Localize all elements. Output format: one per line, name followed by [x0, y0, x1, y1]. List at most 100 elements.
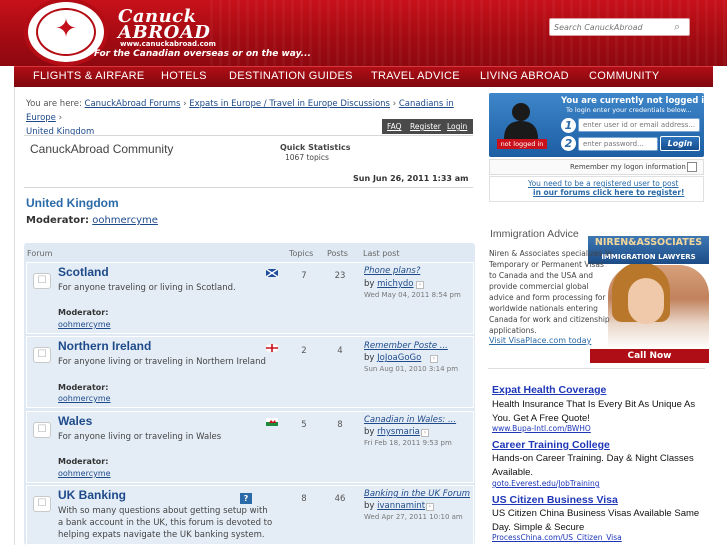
current-date: Sun Jun 26, 2011 1:33 am: [353, 174, 469, 183]
register-cta-link[interactable]: in our forums click here to register!: [533, 188, 684, 197]
forum-title-scotland[interactable]: Scotland: [58, 265, 109, 279]
login-button[interactable]: Login: [660, 136, 700, 151]
posts-count: 8: [337, 420, 343, 430]
last-post-author: by michydo: [364, 279, 413, 289]
last-post-user[interactable]: rhysmaria: [377, 427, 420, 437]
scotland-flag-icon: [266, 269, 278, 277]
posts-count: 4: [337, 346, 343, 356]
posts-count: 23: [334, 271, 346, 281]
last-post-by: by: [364, 353, 375, 363]
brand-url: www.canuckabroad.com: [120, 40, 216, 48]
ad-title[interactable]: US Citizen Business Visa: [492, 494, 618, 506]
tagline: For the Canadian overseas or on the way.…: [94, 49, 311, 59]
last-post-date: Fri Feb 18, 2011 9:53 pm: [364, 439, 452, 447]
topics-count: 8: [301, 494, 307, 504]
last-post-by: by: [364, 427, 375, 437]
last-post-title[interactable]: Canadian in Wales: ...: [364, 415, 456, 425]
forum-description: For anyone living or traveling in Wales: [58, 432, 222, 442]
faq-link[interactable]: FAQ: [387, 122, 402, 131]
forum-title-northern-ireland[interactable]: Northern Ireland: [58, 339, 151, 353]
row-moderator-label: Moderator:: [58, 457, 109, 466]
goto-last-post-icon[interactable]: ›: [421, 429, 429, 437]
login-link[interactable]: Login: [447, 122, 467, 131]
search-input[interactable]: [549, 18, 690, 36]
goto-last-post-icon[interactable]: ›: [426, 503, 434, 511]
last-post-title[interactable]: Phone plans?: [364, 266, 420, 276]
remember-label: Remember my logon information: [570, 163, 686, 171]
ad-title[interactable]: Expat Health Coverage: [492, 384, 606, 396]
nav-destination-guides[interactable]: DESTINATION GUIDES: [229, 70, 353, 82]
column-header-last-post: Last post: [363, 249, 400, 258]
nav-travel-advice[interactable]: TRAVEL ADVICE: [371, 70, 460, 82]
last-post-author: by ivannamint: [364, 501, 425, 511]
last-post-date: Wed May 04, 2011 8:54 pm: [364, 291, 461, 299]
breadcrumb-forums[interactable]: CanuckAbroad Forums: [85, 99, 181, 109]
topics-count: 5: [301, 420, 307, 430]
row-moderator-link[interactable]: oohmercyme: [58, 469, 111, 478]
last-post-title[interactable]: Banking in the UK Forum: [364, 489, 470, 499]
last-post-by: by: [364, 501, 375, 511]
last-post-user[interactable]: JoJoaGoGo: [377, 353, 421, 363]
ad-title[interactable]: Career Training College: [492, 439, 610, 451]
forum-read-icon: ☐: [33, 273, 51, 289]
lawyer-photo-face: [628, 278, 664, 324]
ad-url[interactable]: ProcessChina.com/US_Citizen_Visa: [492, 533, 622, 542]
call-now-banner[interactable]: Call Now 1.866.929.0991: [590, 349, 709, 375]
not-logged-in-badge: not logged in: [497, 139, 547, 149]
topics-count: 2: [301, 346, 307, 356]
breadcrumb-separator: ›: [58, 113, 63, 123]
row-moderator-link[interactable]: oohmercyme: [58, 320, 111, 329]
forum-title-wales[interactable]: Wales: [58, 414, 92, 428]
forum-title-uk-banking[interactable]: UK Banking: [58, 488, 126, 502]
forum-description: For anyone traveling or living in Scotla…: [58, 283, 236, 293]
immigration-heading: Immigration Advice: [490, 228, 579, 240]
username-input[interactable]: [578, 118, 700, 132]
ad-text: Health Insurance That Is Every Bit As Un…: [492, 399, 696, 424]
nav-living-abroad[interactable]: LIVING ABROAD: [480, 70, 569, 82]
breadcrumb-prefix: You are here:: [26, 99, 82, 109]
last-post-author: by rhysmaria: [364, 427, 420, 437]
last-post-date: Sun Aug 01, 2010 3:14 pm: [364, 365, 459, 373]
last-post-user[interactable]: ivannamint: [377, 501, 425, 511]
ad-url[interactable]: goto.Everest.edu/JobTraining: [492, 479, 600, 488]
breadcrumb-separator: ›: [183, 99, 187, 109]
last-post-user[interactable]: michydo: [377, 279, 413, 289]
ad-url[interactable]: www.Bupa-Intl.com/BWHO: [492, 424, 591, 433]
goto-last-post-icon[interactable]: ›: [430, 355, 438, 363]
remember-checkbox[interactable]: [687, 162, 697, 172]
quick-stats-topics: 1067 topics: [285, 153, 329, 162]
breadcrumb-expats-europe[interactable]: Expats in Europe / Travel in Europe Disc…: [189, 99, 390, 109]
step-2-icon: 2: [561, 136, 576, 151]
nav-flights[interactable]: FLIGHTS & AIRFARE: [33, 70, 144, 82]
forum-description: For anyone living or traveling in Northe…: [58, 357, 266, 367]
forum-read-icon: ☐: [33, 347, 51, 363]
maple-leaf-icon: ✦: [55, 14, 77, 44]
last-post-title[interactable]: Remember Poste ...: [364, 341, 448, 351]
register-prompt-link[interactable]: You need to be a registered user to post: [528, 179, 678, 188]
column-header-posts: Posts: [327, 249, 348, 258]
search-icon[interactable]: ⌕: [674, 21, 686, 33]
utility-links: FAQ Register Login: [382, 119, 473, 134]
nav-community[interactable]: COMMUNITY: [589, 70, 660, 82]
register-link[interactable]: Register: [410, 122, 441, 131]
last-post-date: Wed Apr 27, 2011 10:10 am: [364, 513, 463, 521]
page-title[interactable]: United Kingdom: [26, 196, 119, 210]
visaplace-link[interactable]: Visit VisaPlace.com today: [489, 336, 591, 345]
main-nav: FLIGHTS & AIRFARE HOTELS DESTINATION GUI…: [14, 66, 713, 87]
login-title: You are currently not logged in!: [561, 96, 715, 106]
password-input[interactable]: [578, 137, 658, 151]
ad-text: US Citizen China Business Visas Availabl…: [492, 508, 700, 533]
nav-hotels[interactable]: HOTELS: [161, 70, 207, 82]
forum-read-icon: ☐: [33, 496, 51, 512]
last-post-by: by: [364, 279, 375, 289]
moderator-link[interactable]: oohmercyme: [92, 215, 158, 226]
forum-read-icon: ☐: [33, 422, 51, 438]
row-moderator-link[interactable]: oohmercyme: [58, 394, 111, 403]
forum-moderator: Moderator: oohmercyme: [26, 215, 158, 226]
goto-last-post-icon[interactable]: ›: [416, 281, 424, 289]
quick-stats-title: Quick Statistics: [280, 143, 351, 152]
moderator-label: Moderator:: [26, 215, 90, 226]
row-moderator-label: Moderator:: [58, 308, 109, 317]
wales-flag-icon: [266, 418, 278, 426]
breadcrumb-separator: ›: [392, 99, 397, 109]
